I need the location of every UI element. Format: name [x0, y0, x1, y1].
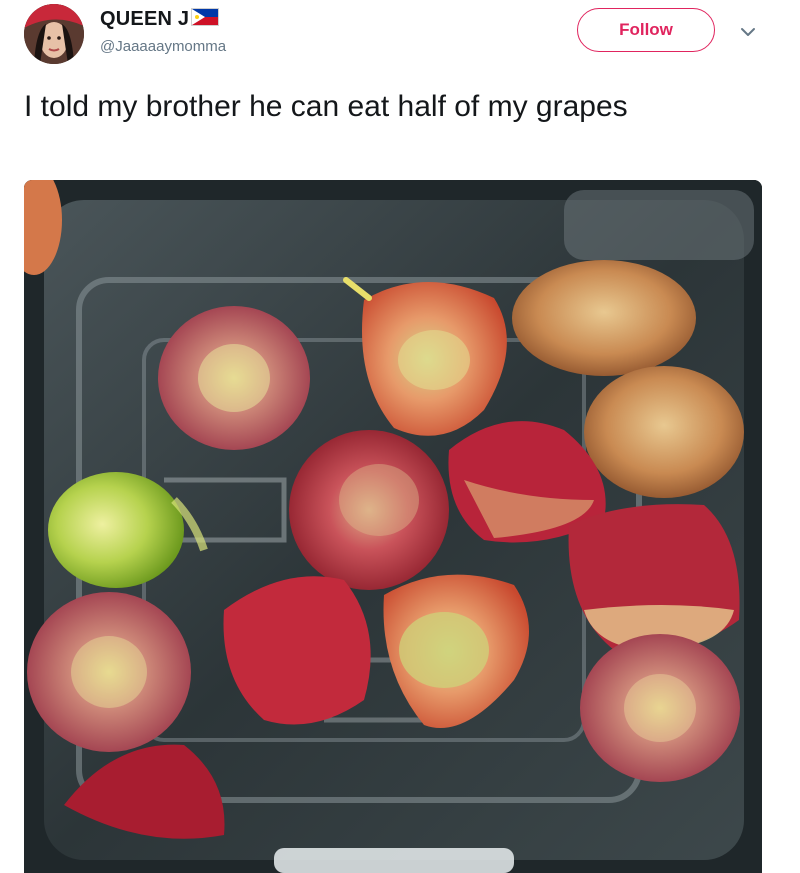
avatar-image: [24, 4, 84, 64]
chevron-down-icon[interactable]: [738, 22, 758, 42]
display-name-text: QUEEN J: [100, 8, 190, 30]
follow-button-label: Follow: [619, 20, 673, 39]
tweet-photo[interactable]: [24, 180, 762, 873]
avatar[interactable]: [24, 4, 84, 64]
follow-button[interactable]: Follow: [577, 8, 715, 52]
grapes-photo: [24, 180, 762, 873]
tweet-text: I told my brother he can eat half of my …: [24, 90, 628, 123]
display-name[interactable]: QUEEN J: [100, 8, 220, 31]
user-handle[interactable]: @Jaaaaaymomma: [100, 38, 226, 55]
philippines-flag-icon: [191, 8, 220, 26]
